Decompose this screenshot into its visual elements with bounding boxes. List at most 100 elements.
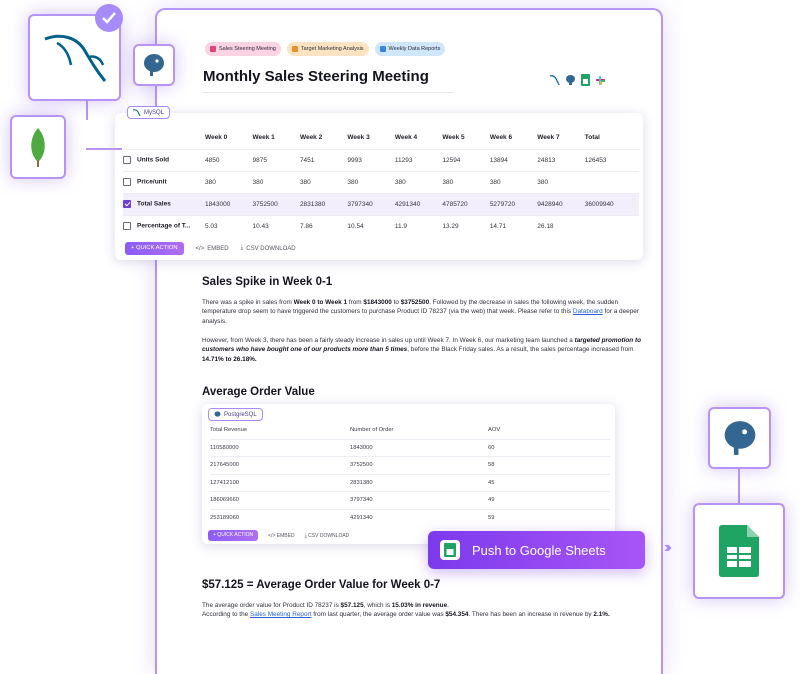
postgresql-icon xyxy=(214,411,221,417)
row-checkbox[interactable] xyxy=(123,156,131,164)
check-badge xyxy=(95,4,123,32)
table-cell: 3797340 xyxy=(350,491,488,509)
column-header: Week 2 xyxy=(299,134,323,142)
push-to-google-sheets-button[interactable]: Push to Google Sheets xyxy=(428,531,645,569)
row-checkbox[interactable] xyxy=(123,178,131,186)
table-row[interactable]: 186069660 3797340 49 xyxy=(210,491,610,509)
column-header: Week 3 xyxy=(347,134,370,142)
google-sheets-tile[interactable] xyxy=(693,503,785,599)
aov-table-card: PostgreSQL Total Revenue Number of Order… xyxy=(202,404,615,544)
table-cell: 380 xyxy=(252,170,300,193)
title-divider xyxy=(203,92,453,93)
table-cell: 380 xyxy=(442,170,490,193)
sales-meeting-report-link[interactable]: Sales Meeting Report xyxy=(250,611,311,618)
row-checkbox[interactable] xyxy=(123,222,131,231)
column-header: Week 5 xyxy=(442,134,465,142)
mysql-source-badge[interactable]: MySQL xyxy=(127,106,171,119)
table-cell: 36009940 xyxy=(584,192,639,215)
sales-spike-paragraph-2: However, from Week 3, there has been a f… xyxy=(202,337,642,363)
quick-action-button[interactable]: + QUICK ACTION xyxy=(125,242,184,255)
table-row-selected[interactable]: Total Sales 1843000 3752500 2831380 3797… xyxy=(123,192,639,215)
table-row[interactable]: Price/unit 380 380 380 380 380 380 380 3… xyxy=(123,170,639,193)
mongodb-tile[interactable] xyxy=(10,115,66,179)
table-cell: 24813 xyxy=(537,148,585,171)
table-cell: 1843000 xyxy=(350,438,488,457)
table-cell: 10.54 xyxy=(347,214,395,237)
column-header: Week 4 xyxy=(394,134,418,142)
table-header-row: Week 0 Week 1 Week 2 Week 3 Week 4 Week … xyxy=(123,127,639,149)
google-sheets-icon xyxy=(440,540,460,560)
table-cell: 13.29 xyxy=(442,214,490,237)
section-heading-aov: Average Order Value xyxy=(202,386,315,398)
connector-line xyxy=(738,469,740,503)
postgresql-elephant-icon xyxy=(144,54,164,76)
table-cell: 3797340 xyxy=(347,192,395,215)
table-cell xyxy=(584,214,639,237)
csv-download-button[interactable]: ⤓ CSV DOWNLOAD xyxy=(241,245,296,252)
table-cell: 380 xyxy=(347,170,395,193)
table-row[interactable]: 127412100 2831380 45 xyxy=(210,473,610,492)
code-icon: </> xyxy=(268,532,277,539)
mysql-icon xyxy=(549,75,560,86)
table-cell: 126453 xyxy=(584,148,639,171)
table-cell: 380 xyxy=(205,170,253,193)
table-cell: 26.18 xyxy=(537,214,585,237)
table-cell: 4785720 xyxy=(442,192,490,215)
postgresql-destination-tile[interactable] xyxy=(708,407,771,469)
connector-line xyxy=(86,148,122,150)
table-cell: 380 xyxy=(299,170,348,193)
column-header: Total xyxy=(584,134,600,142)
postgresql-icon xyxy=(566,75,575,85)
table-actions: + QUICK ACTION </> EMBED ⤓ CSV DOWNLOAD xyxy=(208,530,349,541)
table-cell: 7451 xyxy=(299,148,348,171)
table-cell: 9875 xyxy=(252,148,300,171)
row-checkbox-checked[interactable] xyxy=(123,200,131,208)
table-cell: 9428940 xyxy=(537,192,585,215)
table-row[interactable]: Percentage of T... 5.03 10.43 7.86 10.54… xyxy=(123,214,639,237)
postgresql-tile[interactable] xyxy=(133,44,175,86)
table-cell: 60 xyxy=(488,438,610,457)
table-cell: 4850 xyxy=(205,148,253,171)
table-cell: 14.71 xyxy=(489,214,538,237)
quick-action-button[interactable]: + QUICK ACTION xyxy=(208,530,259,541)
table-cell: 45 xyxy=(488,473,610,492)
integration-icons xyxy=(549,74,606,86)
table-cell: 2831380 xyxy=(350,473,488,492)
table-cell: 253189060 xyxy=(210,508,350,527)
row-label-cell: Percentage of T... xyxy=(123,214,205,237)
sales-table: Week 0 Week 1 Week 2 Week 3 Week 4 Week … xyxy=(123,127,639,237)
tag-sales-steering[interactable]: Sales Steering Meeting xyxy=(205,42,281,56)
table-cell: 7.86 xyxy=(299,214,348,237)
postgresql-source-badge[interactable]: PostgreSQL xyxy=(208,408,263,421)
row-label-cell: Price/unit xyxy=(123,170,205,193)
page-title: Monthly Sales Steering Meeting xyxy=(203,68,429,85)
aov-table: Total Revenue Number of Order AOV 110580… xyxy=(210,422,610,527)
table-cell: 110580000 xyxy=(210,438,350,457)
table-row[interactable]: Units Sold 4850 9875 7451 9993 11293 125… xyxy=(123,148,639,171)
embed-button[interactable]: </> EMBED xyxy=(268,533,294,539)
sales-spike-paragraph-1: There was a spike in sales from Week 0 t… xyxy=(202,299,639,325)
embed-button[interactable]: </> EMBED xyxy=(196,246,229,252)
column-header: Number of Order xyxy=(350,427,394,434)
table-cell: 3752500 xyxy=(350,456,488,474)
table-cell: 13894 xyxy=(489,148,538,171)
table-cell: 127412100 xyxy=(210,473,350,492)
column-header: Week 6 xyxy=(489,134,513,142)
tag-icon xyxy=(210,46,216,52)
tag-target-marketing[interactable]: Target Marketing Analysis xyxy=(286,42,369,56)
table-row[interactable]: 217645000 3752500 58 xyxy=(210,456,610,474)
tag-list: Sales Steering Meeting Target Marketing … xyxy=(205,42,446,56)
google-sheets-icon xyxy=(581,74,590,86)
tag-icon xyxy=(379,46,386,52)
table-cell: 4291340 xyxy=(394,192,443,215)
tag-weekly-reports[interactable]: Weekly Data Reports xyxy=(374,42,446,56)
table-cell: 380 xyxy=(489,170,538,193)
databoard-link[interactable]: Databoard xyxy=(573,308,603,315)
table-row[interactable]: 253189060 4291340 59 xyxy=(210,508,610,527)
csv-download-button[interactable]: ⤓ CSV DOWNLOAD xyxy=(305,533,350,539)
table-row[interactable]: 110580000 1843000 60 xyxy=(210,438,610,457)
column-header: Week 0 xyxy=(205,134,228,142)
mysql-icon xyxy=(133,109,141,116)
table-cell: 9993 xyxy=(347,148,395,171)
table-cell: 58 xyxy=(488,456,610,474)
